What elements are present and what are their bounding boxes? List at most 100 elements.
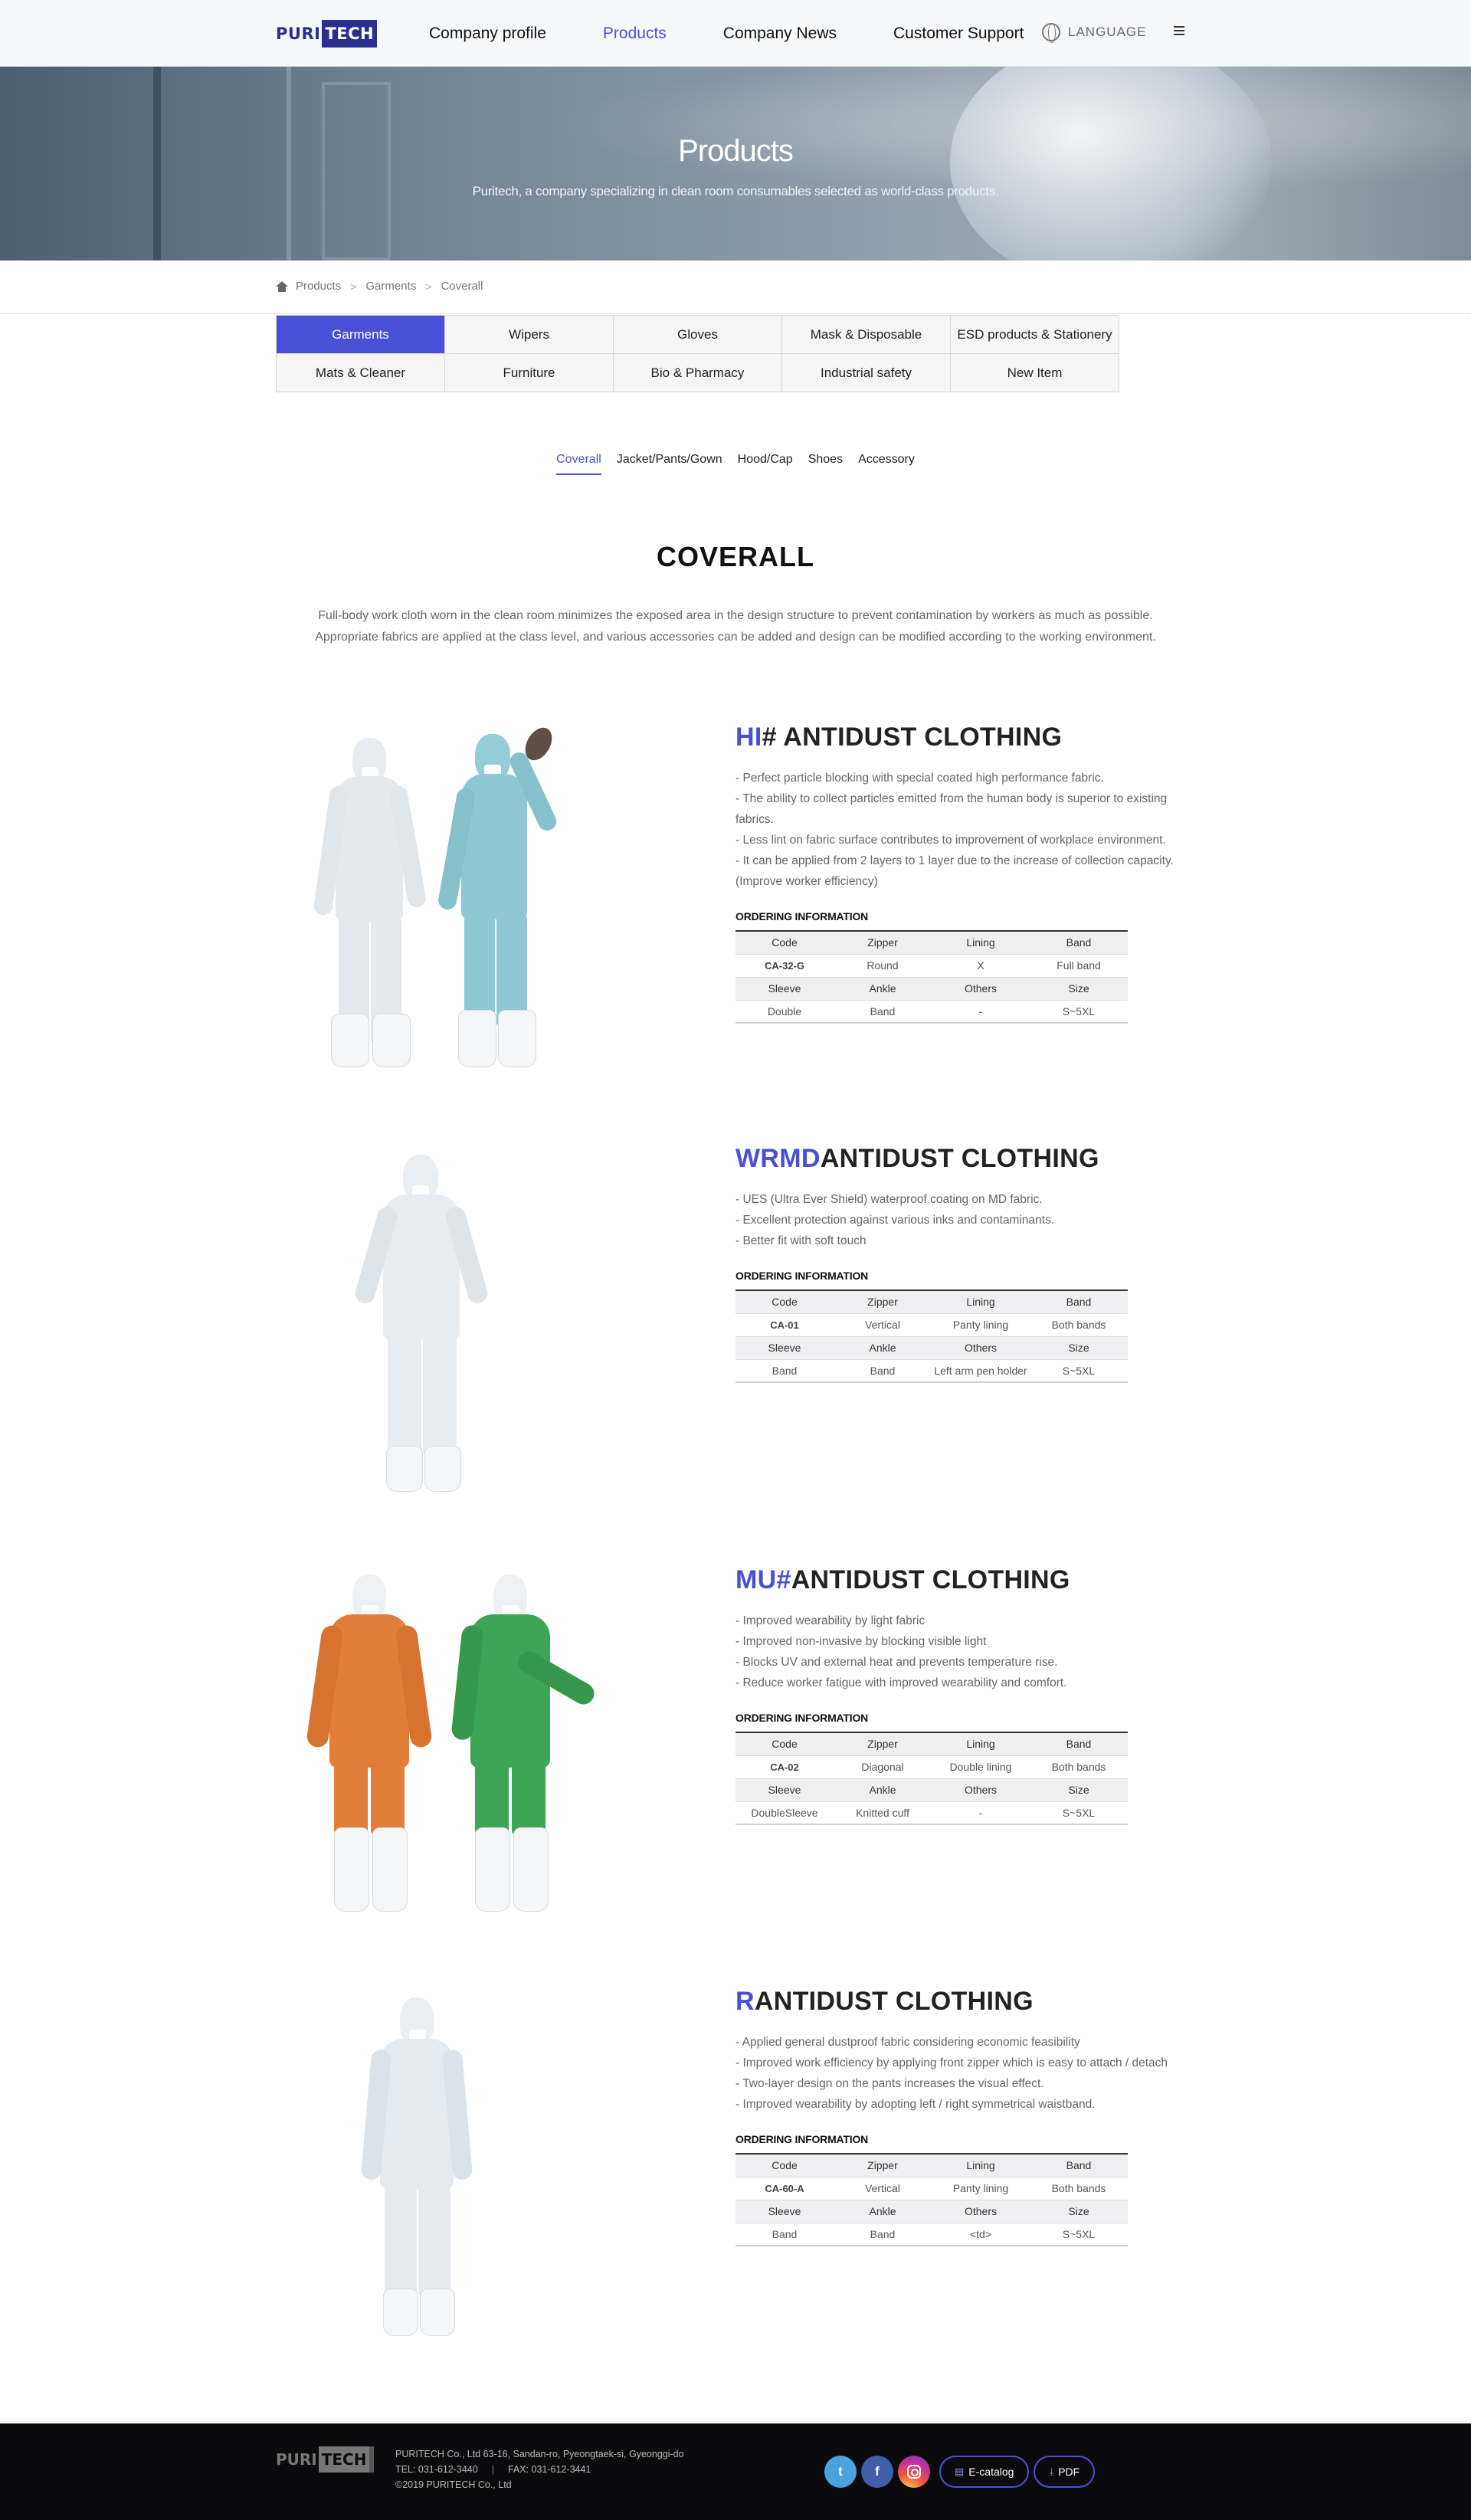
product-image[interactable] (276, 1565, 659, 1925)
product-image[interactable] (276, 1987, 659, 2347)
table-cell: Band (1030, 1732, 1128, 1756)
table-cell: <td> (932, 2223, 1030, 2246)
table-cell: Both bands (1030, 1313, 1128, 1337)
ordering-table: Code Zipper Lining Band CA-60-A Vertical Pant… (736, 2153, 1128, 2246)
breadcrumb-item[interactable]: Coverall (441, 280, 483, 293)
language-label: LANGUAGE (1068, 25, 1147, 39)
feature-item: - Better fit with soft touch (736, 1234, 867, 1247)
table-cell: Size (1030, 2200, 1128, 2223)
category-wipers[interactable]: Wipers (445, 316, 614, 354)
nav-company-profile[interactable]: Company profile (429, 25, 546, 43)
table-cell: Both bands (1030, 2177, 1128, 2200)
feature-item: - Two-layer design on the pants increase… (736, 2077, 1044, 2090)
hero-subtitle: Puritech, a company specializing in clea… (472, 184, 999, 198)
product-info: HI# ANTIDUST CLOTHING - Perfect particle… (736, 723, 1195, 1024)
table-cell: Ankle (834, 977, 932, 1001)
instagram-icon[interactable] (898, 2456, 930, 2488)
company-address: PURITECH Co., Ltd 63-16, Sandan-ro, Pyeo… (395, 2449, 684, 2459)
footer-logo[interactable]: PURI TECH (276, 2446, 374, 2472)
nav-products[interactable]: Products (603, 25, 667, 43)
table-cell: Ankle (834, 1778, 932, 1802)
table-cell: Code (736, 1290, 834, 1314)
category-new-item[interactable]: New Item (951, 354, 1119, 392)
ordering-table: Code Zipper Lining Band CA-01 Vertical Panty … (736, 1289, 1128, 1383)
product-image[interactable] (276, 1144, 659, 1504)
table-cell: Double lining (932, 1755, 1030, 1779)
category-esd-stationery[interactable]: ESD products & Stationery (951, 316, 1119, 354)
category-industrial-safety[interactable]: Industrial safety (782, 354, 951, 392)
table-cell: Size (1030, 1336, 1128, 1360)
tab-accessory[interactable]: Accessory (858, 453, 915, 475)
table-cell: CA-01 (736, 1313, 834, 1337)
feature-item: - Excellent protection against various i… (736, 1214, 1055, 1227)
twitter-icon[interactable]: t (824, 2456, 857, 2488)
table-cell: Size (1030, 977, 1128, 1001)
table-cell: Lining (932, 931, 1030, 955)
hero-title: Products (678, 134, 794, 168)
feature-list: - Improved wearability by light fabric -… (736, 1611, 1195, 1693)
chevron-right-icon: > (425, 280, 432, 293)
table-cell: Lining (932, 1290, 1030, 1314)
category-gloves[interactable]: Gloves (614, 316, 782, 354)
table-cell: Panty lining (932, 1313, 1030, 1337)
category-garments[interactable]: Garments (277, 316, 445, 354)
table-cell: Sleeve (736, 977, 834, 1001)
category-grid: Garments Wipers Gloves Mask & Disposable… (276, 315, 1119, 392)
table-cell: Band (834, 2223, 932, 2246)
table-cell: CA-02 (736, 1755, 834, 1779)
product-card: RANTIDUST CLOTHING - Applied general dus… (0, 1987, 1471, 2362)
category-furniture[interactable]: Furniture (445, 354, 614, 392)
section-title: COVERALL (657, 541, 814, 572)
hero-banner: Products Puritech, a company specializin… (0, 67, 1471, 261)
product-name: RANTIDUST CLOTHING (736, 1987, 1034, 2016)
table-cell: Others (932, 977, 1030, 1001)
facebook-icon[interactable]: f (861, 2456, 893, 2488)
table-cell: Double (736, 1000, 834, 1024)
category-mats-cleaner[interactable]: Mats & Cleaner (277, 354, 445, 392)
table-cell: Lining (932, 1732, 1030, 1756)
feature-item: - Blocks UV and external heat and preven… (736, 1656, 1058, 1669)
table-cell: Vertical (834, 1313, 932, 1337)
feature-item: - Improved non-invasive by blocking visi… (736, 1635, 987, 1648)
chevron-right-icon: > (350, 280, 357, 293)
main-nav: Company profile Products Company News Cu… (429, 0, 1080, 67)
table-cell: Band (834, 1359, 932, 1383)
table-cell: Sleeve (736, 1336, 834, 1360)
breadcrumb-item[interactable]: Garments (365, 280, 416, 293)
table-cell: CA-32-G (736, 954, 834, 978)
feature-item: - Reduce worker fatigue with improved we… (736, 1676, 1067, 1689)
table-cell: Ankle (834, 1336, 932, 1360)
home-icon[interactable] (276, 280, 288, 292)
table-cell: Band (1030, 2154, 1128, 2178)
breadcrumb: Products > Garments > Coverall (276, 280, 483, 293)
table-cell: Band (1030, 931, 1128, 955)
category-bio-pharmacy[interactable]: Bio & Pharmacy (614, 354, 782, 392)
tab-jacket-pants-gown[interactable]: Jacket/Pants/Gown (617, 453, 722, 475)
menu-icon[interactable] (1174, 26, 1184, 35)
tab-hood-cap[interactable]: Hood/Cap (738, 453, 793, 475)
feature-item: - Improved work efficiency by applying f… (736, 2056, 1168, 2069)
language-selector[interactable]: LANGUAGE (1042, 23, 1147, 43)
subcategory-tabs: Coverall Jacket/Pants/Gown Hood/Cap Shoe… (0, 453, 1471, 475)
nav-customer-support[interactable]: Customer Support (893, 25, 1024, 43)
table-cell: S~5XL (1030, 1801, 1128, 1825)
product-info: WRMDANTIDUST CLOTHING - UES (Ultra Ever … (736, 1144, 1195, 1383)
feature-item: - Less lint on fabric surface contribute… (736, 834, 1166, 847)
nav-company-news[interactable]: Company News (723, 25, 837, 43)
table-cell: Left arm pen holder (932, 1359, 1030, 1383)
tab-shoes[interactable]: Shoes (808, 453, 843, 475)
ecatalog-button[interactable]: ▤ E-catalog (939, 2456, 1030, 2488)
pdf-button[interactable]: ⤓ PDF (1034, 2456, 1096, 2488)
breadcrumb-item[interactable]: Products (296, 280, 341, 293)
site-logo[interactable]: PURI TECH (276, 20, 378, 48)
category-mask-disposable[interactable]: Mask & Disposable (782, 316, 951, 354)
ordering-table: Code Zipper Lining Band CA-02 Diagonal Double… (736, 1732, 1128, 1825)
table-cell: Band (736, 1359, 834, 1383)
table-cell: S~5XL (1030, 1000, 1128, 1024)
table-cell: Both bands (1030, 1755, 1128, 1779)
tab-coverall[interactable]: Coverall (556, 453, 601, 475)
table-cell: Sleeve (736, 2200, 834, 2223)
table-cell: Knitted cuff (834, 1801, 932, 1825)
product-image[interactable] (276, 723, 659, 1083)
table-cell: CA-60-A (736, 2177, 834, 2200)
